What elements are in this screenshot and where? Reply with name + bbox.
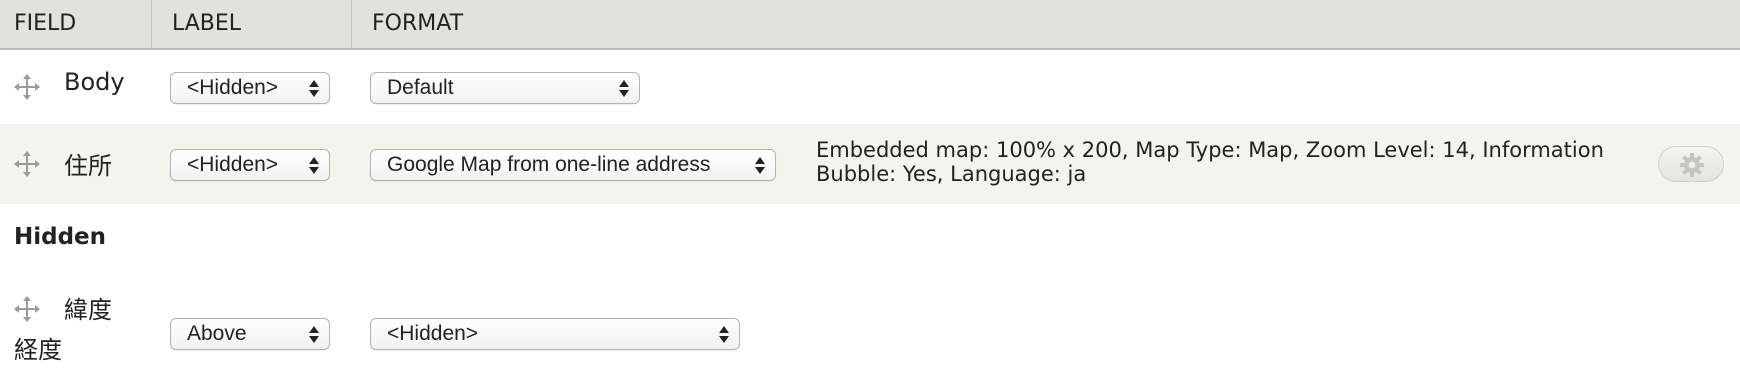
updown-arrows-icon <box>755 157 765 174</box>
table-row-body: Body <Hidden> Default <box>0 50 1740 124</box>
updown-arrows-icon <box>719 326 729 343</box>
format-select-value: <Hidden> <box>387 322 479 345</box>
column-header-format: FORMAT <box>372 11 464 36</box>
updown-arrows-icon <box>309 157 319 174</box>
format-summary: Embedded map: 100% x 200, Map Type: Map,… <box>816 138 1604 186</box>
label-select[interactable]: <Hidden> <box>170 72 330 104</box>
gear-icon <box>1680 153 1704 177</box>
table-header: FIELD LABEL FORMAT <box>0 0 1740 50</box>
label-select[interactable]: <Hidden> <box>170 149 330 181</box>
label-select-value: <Hidden> <box>187 76 279 99</box>
format-select-value: Google Map from one-line address <box>387 153 711 176</box>
format-settings-button[interactable] <box>1658 146 1724 182</box>
updown-arrows-icon <box>619 80 629 97</box>
format-select[interactable]: Default <box>370 72 640 104</box>
move-icon[interactable] <box>14 296 40 322</box>
column-header-label: LABEL <box>152 0 352 48</box>
table-row-address: 住所 <Hidden> Google Map from one-line add… <box>0 124 1740 204</box>
field-name: 住所 <box>64 152 112 180</box>
move-icon[interactable] <box>14 74 40 100</box>
column-header-field: FIELD <box>0 0 152 48</box>
field-name-line2: 経度 <box>14 336 62 364</box>
label-select-value: <Hidden> <box>187 153 279 176</box>
move-icon[interactable] <box>14 151 40 177</box>
format-select[interactable]: Google Map from one-line address <box>370 149 776 181</box>
hidden-section: Hidden <box>0 204 1740 274</box>
format-select[interactable]: <Hidden> <box>370 318 740 350</box>
label-select-value: Above <box>187 322 247 345</box>
section-title-hidden: Hidden <box>14 224 107 250</box>
updown-arrows-icon <box>309 80 319 97</box>
updown-arrows-icon <box>309 326 319 343</box>
label-select[interactable]: Above <box>170 318 330 350</box>
format-select-value: Default <box>387 76 454 99</box>
table-row-latlng: 緯度 経度 Above <Hidden> <box>0 274 1740 388</box>
manage-display-table: FIELD LABEL FORMAT Body <Hidden> Default… <box>0 0 1740 388</box>
field-name-line1: 緯度 <box>64 296 112 324</box>
field-name: Body <box>64 68 125 96</box>
